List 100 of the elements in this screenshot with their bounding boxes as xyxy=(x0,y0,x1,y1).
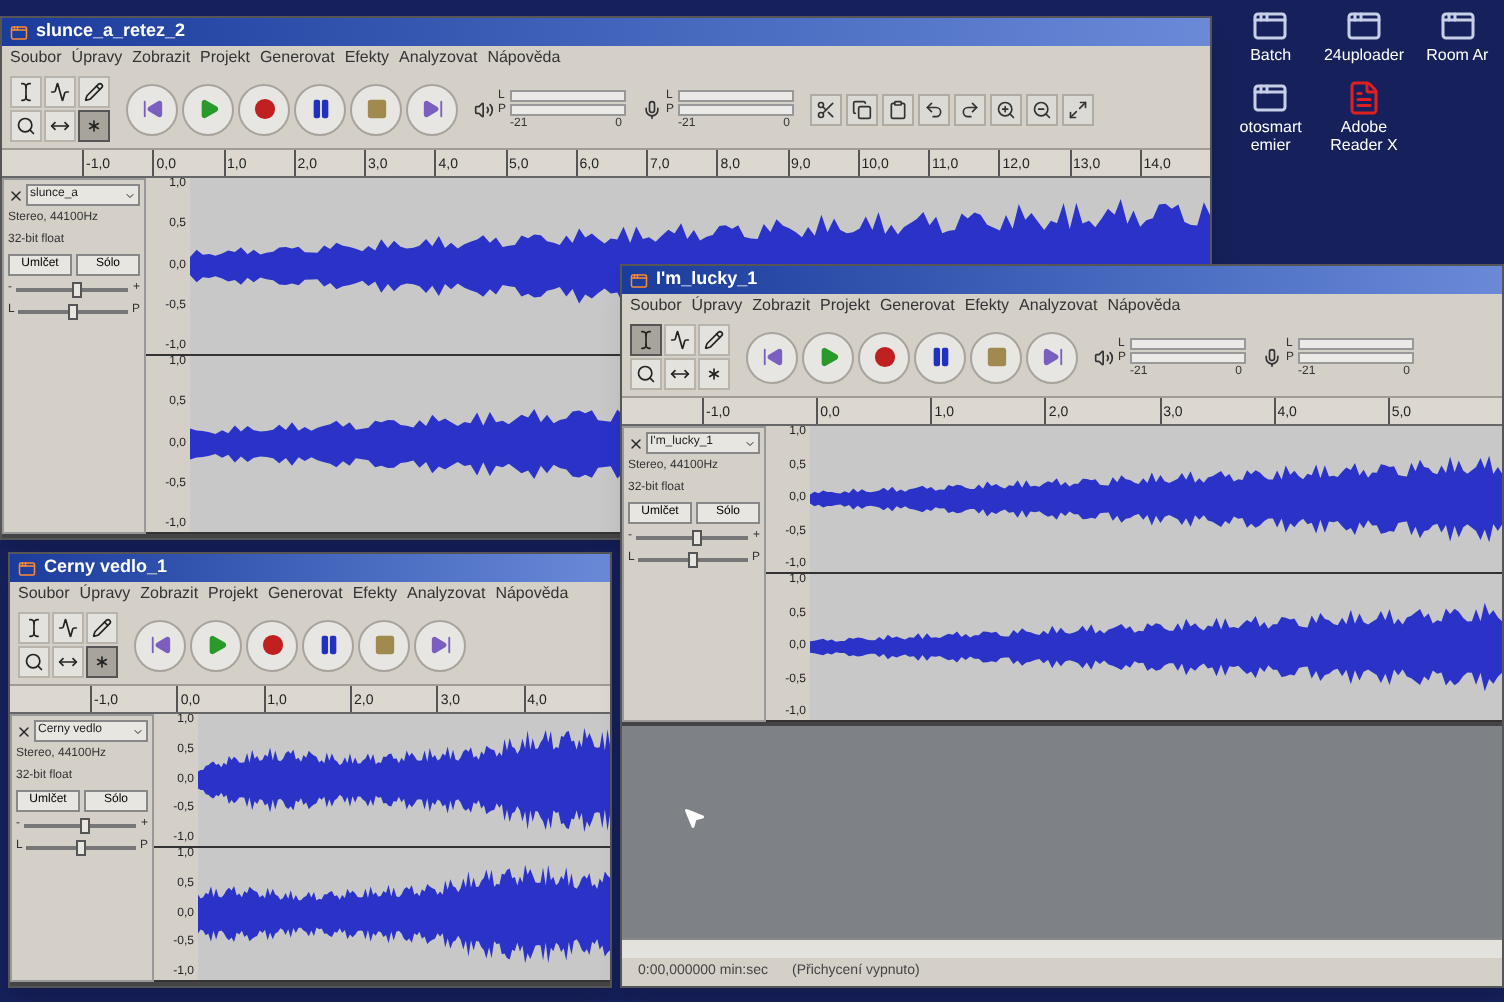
skip-back-icon xyxy=(149,634,171,656)
tool-button[interactable] xyxy=(44,76,76,108)
menu-item[interactable]: Efekty xyxy=(344,46,390,70)
menu-item[interactable]: Projekt xyxy=(208,582,258,606)
desktop-icon-label[interactable]: Adobe Reader X xyxy=(1317,118,1411,154)
transport-button[interactable] xyxy=(294,83,346,135)
transport-button[interactable] xyxy=(914,331,966,383)
menu-item[interactable]: Generovat xyxy=(267,582,343,606)
menu-item[interactable]: Projekt xyxy=(820,294,870,318)
menu-item[interactable]: Analyzovat xyxy=(399,46,478,70)
skip-back-icon xyxy=(761,346,783,368)
app-icon[interactable] xyxy=(1252,8,1289,44)
menu-item[interactable]: Generovat xyxy=(259,46,335,70)
tool-button[interactable] xyxy=(10,110,42,142)
horizontal-scrollbar[interactable] xyxy=(622,938,1502,958)
app-icon xyxy=(630,271,648,289)
transport-button[interactable] xyxy=(134,619,186,671)
tool-button[interactable] xyxy=(698,324,730,356)
tool-button[interactable] xyxy=(664,324,696,356)
app-icon[interactable] xyxy=(1345,8,1382,44)
edit-tool-button[interactable] xyxy=(990,93,1022,125)
menu-item[interactable]: Generovat xyxy=(879,294,955,318)
edit-tool-button[interactable] xyxy=(1062,93,1094,125)
menu-item[interactable]: Efekty xyxy=(352,582,398,606)
desktop-icon-label[interactable]: Batch xyxy=(1250,46,1292,64)
zoom-out-icon xyxy=(1032,99,1052,119)
microphone-icon xyxy=(1262,347,1282,367)
skip-forward-icon xyxy=(421,98,443,120)
tool-button[interactable] xyxy=(18,646,50,678)
edit-tool-button[interactable] xyxy=(846,93,878,125)
menu-item[interactable]: Soubor xyxy=(18,582,70,606)
tool-button[interactable] xyxy=(630,324,662,356)
menu-item[interactable]: Nápověda xyxy=(487,46,561,70)
slider-thumb[interactable] xyxy=(692,529,703,545)
edit-tool-button[interactable] xyxy=(810,93,842,125)
desktop-icon-label[interactable]: otosmart emier xyxy=(1224,118,1318,154)
skip-back-icon xyxy=(141,98,163,120)
arrows-icon xyxy=(670,364,690,384)
edit-tool-button[interactable] xyxy=(954,93,986,125)
tool-button[interactable] xyxy=(52,612,84,644)
menu-item[interactable]: Analyzovat xyxy=(407,582,486,606)
slider-thumb[interactable] xyxy=(67,303,78,319)
close-icon[interactable] xyxy=(16,723,32,739)
tool-button[interactable] xyxy=(18,612,50,644)
menu-item[interactable]: Analyzovat xyxy=(1019,294,1098,318)
close-icon[interactable] xyxy=(628,435,644,451)
menu-item[interactable]: Zobrazit xyxy=(752,294,811,318)
stop-icon xyxy=(365,98,387,120)
menu-item[interactable]: Soubor xyxy=(10,46,62,70)
tool-button[interactable] xyxy=(86,612,118,644)
menu-item[interactable]: Nápověda xyxy=(495,582,569,606)
slider-thumb[interactable] xyxy=(80,817,91,833)
tool-button[interactable] xyxy=(52,646,84,678)
speaker-icon xyxy=(474,99,494,119)
close-icon[interactable] xyxy=(8,187,24,203)
tool-button[interactable] xyxy=(10,76,42,108)
edit-tool-button[interactable] xyxy=(918,93,950,125)
zoom-icon xyxy=(24,652,44,672)
tool-button[interactable] xyxy=(44,110,76,142)
document-icon[interactable] xyxy=(1345,80,1382,116)
transport-button[interactable] xyxy=(414,619,466,671)
play-icon xyxy=(817,346,839,368)
arrows-icon xyxy=(50,116,70,136)
envelope-icon xyxy=(670,330,690,350)
slider-thumb[interactable] xyxy=(72,281,83,297)
app-icon xyxy=(10,23,28,41)
app-icon[interactable] xyxy=(1252,80,1289,116)
tool-button[interactable] xyxy=(664,358,696,390)
window-title: slunce_a_retez_2 xyxy=(36,18,186,45)
menu-item[interactable]: Nápověda xyxy=(1107,294,1181,318)
transport-button[interactable] xyxy=(406,83,458,135)
transport-button[interactable] xyxy=(126,83,178,135)
menu-item[interactable]: Zobrazit xyxy=(140,582,199,606)
menu-item[interactable]: Úpravy xyxy=(79,582,131,606)
menu-item[interactable]: Efekty xyxy=(964,294,1010,318)
slider-thumb[interactable] xyxy=(687,551,698,567)
menu-item[interactable]: Zobrazit xyxy=(132,46,191,70)
tool-button[interactable] xyxy=(78,76,110,108)
desktop-icon-label[interactable]: Room Ar xyxy=(1426,46,1489,64)
window-title: I'm_lucky_1 xyxy=(656,266,758,293)
tool-button[interactable] xyxy=(630,358,662,390)
tool-button[interactable] xyxy=(78,110,110,142)
app-icon[interactable] xyxy=(1439,8,1476,44)
transport-button[interactable] xyxy=(1026,331,1078,383)
edit-tool-button[interactable] xyxy=(1026,93,1058,125)
transport-button[interactable] xyxy=(858,331,910,383)
tool-button[interactable] xyxy=(86,646,118,678)
menu-item[interactable]: Úpravy xyxy=(691,294,743,318)
undo-icon xyxy=(924,99,944,119)
tool-button[interactable] xyxy=(698,358,730,390)
menu-item[interactable]: Soubor xyxy=(630,294,682,318)
desktop-icon-label[interactable]: 24uploader xyxy=(1323,46,1405,64)
menu-item[interactable]: Úpravy xyxy=(71,46,123,70)
transport-button[interactable] xyxy=(746,331,798,383)
transport-button[interactable] xyxy=(238,83,290,135)
transport-button[interactable] xyxy=(302,619,354,671)
menu-item[interactable]: Projekt xyxy=(200,46,250,70)
slider-thumb[interactable] xyxy=(75,839,86,855)
transport-button[interactable] xyxy=(246,619,298,671)
edit-tool-button[interactable] xyxy=(882,93,914,125)
